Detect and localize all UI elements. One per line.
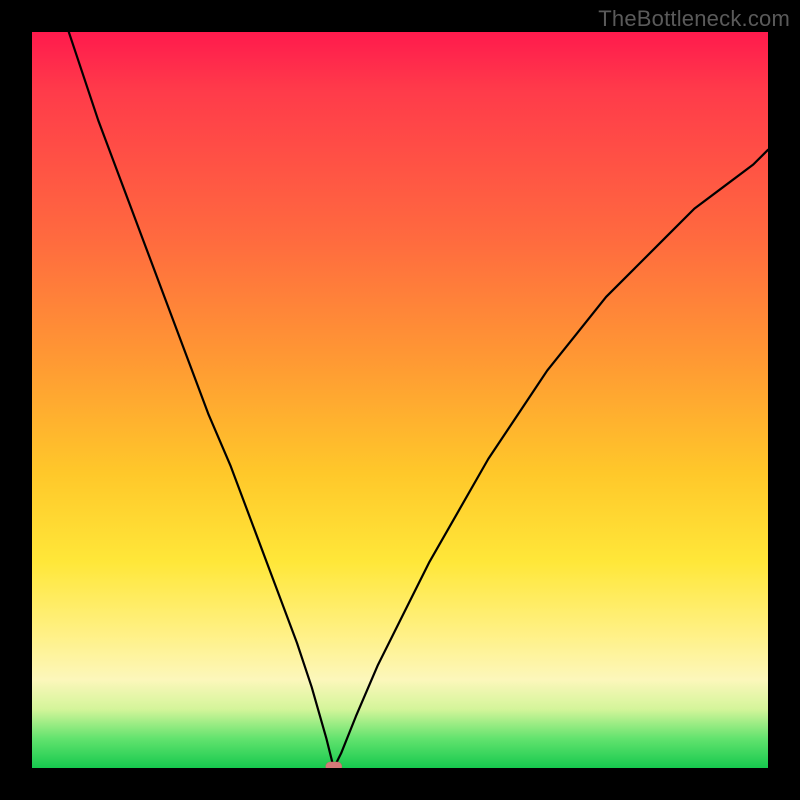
plot-area	[32, 32, 768, 768]
optimal-balance-marker	[326, 762, 342, 768]
curve-path	[32, 32, 768, 768]
bottleneck-curve	[32, 32, 768, 768]
chart-frame: TheBottleneck.com	[0, 0, 800, 800]
watermark-text: TheBottleneck.com	[598, 6, 790, 32]
